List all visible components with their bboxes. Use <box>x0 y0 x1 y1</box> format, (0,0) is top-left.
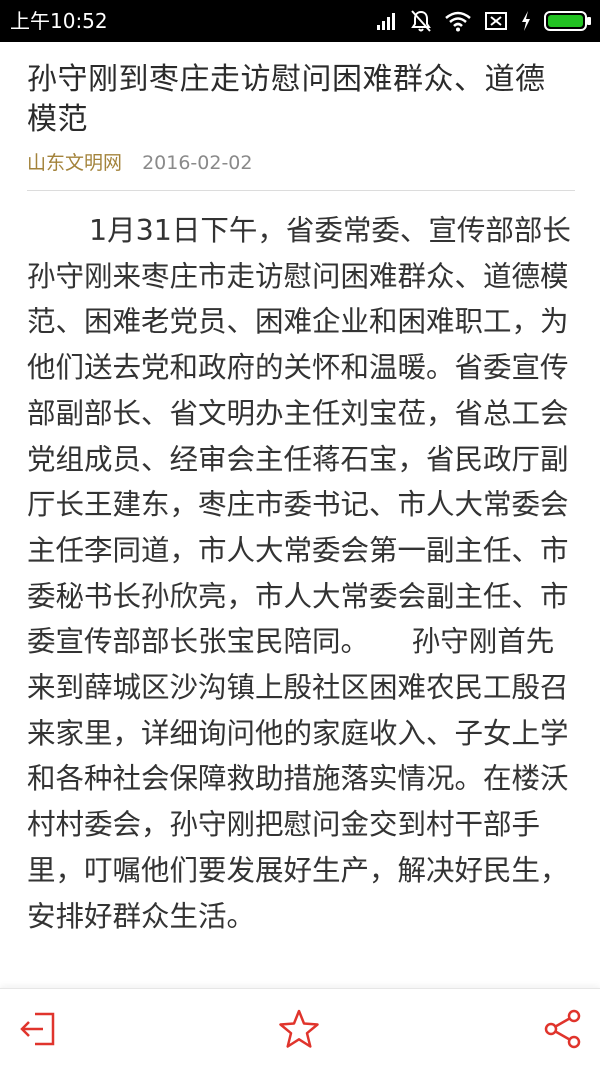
article-meta: 山东文明网 2016-02-02 <box>27 148 575 178</box>
bottom-action-bar <box>0 988 600 1068</box>
exit-button[interactable] <box>16 1007 60 1051</box>
header-divider <box>27 190 575 191</box>
wifi-icon <box>444 10 472 32</box>
article-title: 孙守刚到枣庄走访慰问困难群众、道德模范 <box>27 62 546 137</box>
share-button[interactable] <box>541 1007 585 1051</box>
article-body: 1月31日下午，省委常委、宣传部部长孙守刚来枣庄市走访慰问困难群众、道德模范、困… <box>27 208 575 988</box>
battery-icon <box>544 10 592 32</box>
status-time: 上午10:52 <box>10 9 108 33</box>
status-icons <box>376 0 592 42</box>
star-icon <box>279 1009 319 1048</box>
article-header: 孙守刚到枣庄走访慰问困难群众、道德模范 山东文明网 2016-02-02 <box>27 60 575 178</box>
article-source[interactable]: 山东文明网 <box>27 152 122 174</box>
status-bar: 上午10:52 <box>0 0 600 42</box>
article-paragraph: 1月31日下午，省委常委、宣传部部长孙守刚来枣庄市走访慰问困难群众、道德模范、困… <box>27 214 571 933</box>
favorite-button[interactable] <box>277 1007 321 1051</box>
charging-icon <box>520 10 532 32</box>
article-date: 2016-02-02 <box>142 152 253 174</box>
exit-icon <box>20 1012 55 1046</box>
signal-icon <box>376 11 398 31</box>
sim-disabled-icon <box>484 11 508 31</box>
share-icon <box>544 1009 581 1049</box>
mute-icon <box>410 9 432 33</box>
